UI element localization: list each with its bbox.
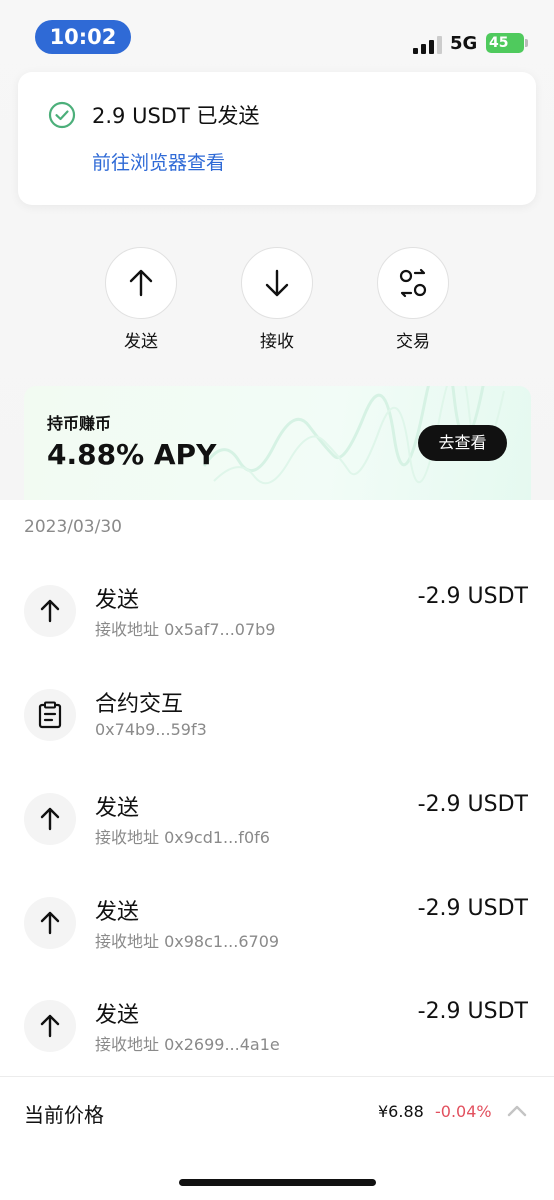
chevron-up-icon[interactable] xyxy=(506,1104,528,1118)
price-change: -0.04% xyxy=(435,1102,492,1121)
tx-title: 发送 xyxy=(95,588,140,613)
trade-button[interactable] xyxy=(377,247,449,319)
list-item[interactable]: 合约交互 0x74b9...59f3 xyxy=(0,674,554,754)
list-item[interactable]: 发送 接收地址 0x2699...4a1e -2.9 USDT xyxy=(0,985,554,1065)
tx-address: 接收地址 0x9cd1...f0f6 xyxy=(95,828,270,847)
view-in-browser-link[interactable]: 前往浏览器查看 xyxy=(92,148,225,175)
tx-address: 接收地址 0x2699...4a1e xyxy=(95,1035,280,1054)
tx-title: 发送 xyxy=(95,900,140,925)
toast-message: 2.9 USDT 已发送 xyxy=(92,104,260,128)
check-circle-icon xyxy=(48,101,76,129)
signal-icon xyxy=(413,34,443,54)
tx-address: 接收地址 0x5af7...07b9 xyxy=(95,620,276,639)
arrow-up-icon xyxy=(24,897,76,949)
send-label: 发送 xyxy=(124,332,158,352)
view-earn-button[interactable]: 去查看 xyxy=(418,425,507,461)
tx-amount: -2.9 USDT xyxy=(417,896,528,921)
tx-title: 合约交互 xyxy=(95,692,184,717)
list-item[interactable]: 发送 接收地址 0x9cd1...f0f6 -2.9 USDT xyxy=(0,778,554,858)
tx-amount: -2.9 USDT xyxy=(417,792,528,817)
trade-action[interactable]: 交易 xyxy=(377,247,449,352)
receive-button[interactable] xyxy=(241,247,313,319)
send-button[interactable] xyxy=(105,247,177,319)
clipboard-icon xyxy=(24,689,76,741)
receive-label: 接收 xyxy=(260,332,294,352)
tx-amount: -2.9 USDT xyxy=(417,584,528,609)
arrow-down-icon xyxy=(265,269,289,297)
banner-apy: 4.88% APY xyxy=(47,438,217,471)
network-type: 5G xyxy=(450,33,478,54)
battery-level: 45 xyxy=(489,35,509,51)
current-price-label: 当前价格 xyxy=(24,1103,104,1127)
trade-label: 交易 xyxy=(396,332,430,352)
status-bar: 10:02 5G 45 xyxy=(0,0,554,70)
send-action[interactable]: 发送 xyxy=(105,247,177,352)
tx-address: 0x74b9...59f3 xyxy=(95,720,207,739)
home-indicator[interactable] xyxy=(179,1179,376,1186)
list-item[interactable]: 发送 接收地址 0x5af7...07b9 -2.9 USDT xyxy=(0,570,554,650)
tx-title: 发送 xyxy=(95,796,140,821)
banner-subtitle: 持币赚币 xyxy=(47,414,112,433)
status-time: 10:02 xyxy=(35,20,131,54)
receive-action[interactable]: 接收 xyxy=(241,247,313,352)
tx-title: 发送 xyxy=(95,1003,140,1028)
arrow-up-icon xyxy=(24,585,76,637)
list-item[interactable]: 发送 接收地址 0x98c1...6709 -2.9 USDT xyxy=(0,882,554,962)
arrow-up-icon xyxy=(129,269,153,297)
arrow-up-icon xyxy=(24,793,76,845)
tx-address: 接收地址 0x98c1...6709 xyxy=(95,932,280,951)
swap-icon xyxy=(399,268,427,298)
earn-banner[interactable]: 持币赚币 4.88% APY 去查看 xyxy=(24,386,531,500)
list-date: 2023/03/30 xyxy=(24,517,122,537)
tx-amount: -2.9 USDT xyxy=(417,999,528,1024)
battery-icon: 45 xyxy=(486,33,528,53)
sent-toast: 2.9 USDT 已发送 前往浏览器查看 xyxy=(18,72,536,205)
current-price: ¥6.88 xyxy=(378,1102,424,1121)
arrow-up-icon xyxy=(24,1000,76,1052)
